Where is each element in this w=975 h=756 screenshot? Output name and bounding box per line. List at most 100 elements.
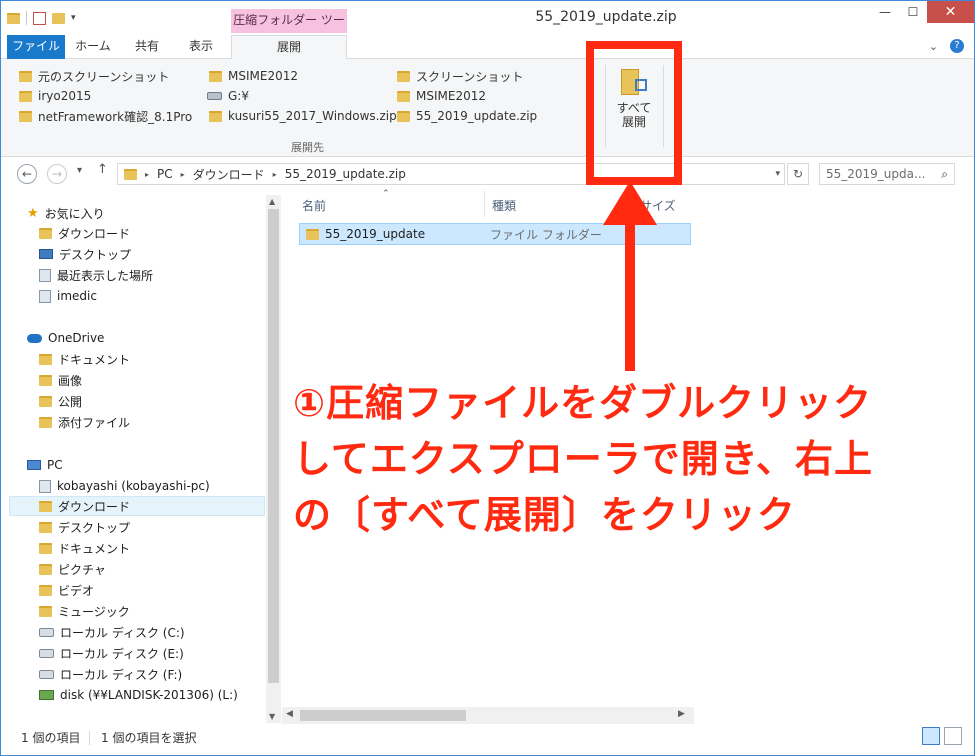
forward-button[interactable]: → xyxy=(47,164,67,184)
nav-item[interactable]: ローカル ディスク (E:) xyxy=(39,643,184,663)
star-icon: ★ xyxy=(27,205,39,221)
window-controls: — ☐ ✕ xyxy=(871,1,974,23)
nav-item[interactable]: ローカル ディスク (C:) xyxy=(39,622,185,642)
scroll-up-icon[interactable]: ▲ xyxy=(269,197,275,206)
folder-icon xyxy=(397,110,410,122)
column-type[interactable]: 種類 xyxy=(492,197,516,214)
nav-pc[interactable]: PC xyxy=(27,455,63,475)
tab-share[interactable]: 共有 xyxy=(123,35,171,59)
address-field[interactable]: ▸ PC ▸ ダウンロード ▸ 55_2019_update.zip ▾ xyxy=(117,163,785,185)
desktop-icon xyxy=(39,249,53,259)
extract-destination-list: 元のスクリーンショット MSIME2012 スクリーンショット iryo2015… xyxy=(19,67,589,127)
details-view-icon[interactable] xyxy=(922,727,940,745)
destination-item[interactable]: 55_2019_update.zip xyxy=(397,107,537,125)
nav-item[interactable]: ローカル ディスク (F:) xyxy=(39,664,182,684)
nav-favorites[interactable]: ★ お気に入り xyxy=(27,203,105,223)
nav-item[interactable]: ドキュメント xyxy=(39,538,130,558)
nav-item[interactable]: ダウンロード xyxy=(39,223,130,243)
destination-item[interactable]: kusuri55_2017_Windows.zip xyxy=(209,107,397,125)
new-folder-icon[interactable] xyxy=(52,12,65,24)
destination-item[interactable]: MSIME2012 xyxy=(209,67,298,85)
folder-icon xyxy=(209,70,222,82)
folder-icon xyxy=(19,70,32,82)
column-name[interactable]: 名前 xyxy=(302,197,326,214)
properties-icon[interactable] xyxy=(33,11,46,25)
nav-item[interactable]: kobayashi (kobayashi-pc) xyxy=(39,476,210,496)
scroll-thumb[interactable] xyxy=(300,710,466,721)
downloads-folder-icon xyxy=(39,227,52,239)
recent-places-icon xyxy=(39,268,51,282)
music-icon xyxy=(39,605,52,617)
search-icon: ⌕ xyxy=(941,167,948,181)
refresh-button[interactable]: ↻ xyxy=(787,163,809,185)
large-icons-view-icon[interactable] xyxy=(944,727,962,745)
network-drive-icon xyxy=(39,690,54,700)
tab-extract[interactable]: 展開 xyxy=(231,35,347,60)
folder-icon xyxy=(397,90,410,102)
nav-item[interactable]: ドキュメント xyxy=(39,349,130,369)
breadcrumb-zip[interactable]: 55_2019_update.zip xyxy=(285,167,406,181)
scroll-right-icon[interactable]: ▶ xyxy=(678,709,685,719)
sort-ascending-icon: ⌃ xyxy=(382,189,390,199)
scroll-left-icon[interactable]: ◀ xyxy=(286,709,293,719)
search-input[interactable]: 55_2019_upda... ⌕ xyxy=(819,163,955,185)
folder-icon xyxy=(397,70,410,82)
annotation-text: ①圧縮ファイルをダブルクリック してエクスプローラで開き、右上 の〔すべて展開〕… xyxy=(293,381,874,537)
navigation-pane: ★ お気に入り ダウンロード デスクトップ 最近表示した場所 imedic One… xyxy=(1,191,281,723)
folder-icon xyxy=(39,416,52,428)
nav-onedrive[interactable]: OneDrive xyxy=(27,328,104,348)
destination-item[interactable]: iryo2015 xyxy=(19,87,91,105)
close-button[interactable]: ✕ xyxy=(927,1,974,23)
minimize-button[interactable]: — xyxy=(871,1,899,23)
ribbon-tabs: ファイル ホーム 共有 表示 展開 ⌄ ? xyxy=(1,35,974,60)
explorer-window: ▾ 圧縮フォルダー ツール 55_2019_update.zip — ☐ ✕ フ… xyxy=(0,0,975,756)
nav-item[interactable]: デスクトップ xyxy=(39,244,131,264)
folder-icon xyxy=(39,521,52,533)
address-dropdown-icon[interactable]: ▾ xyxy=(775,169,780,179)
customize-qat-icon[interactable]: ▾ xyxy=(71,13,76,23)
destination-item[interactable]: スクリーンショット xyxy=(397,67,523,85)
tab-file[interactable]: ファイル xyxy=(7,35,65,59)
user-icon xyxy=(39,479,51,493)
title-bar: ▾ 圧縮フォルダー ツール 55_2019_update.zip — ☐ ✕ xyxy=(1,1,974,49)
maximize-button[interactable]: ☐ xyxy=(899,1,927,23)
nav-item[interactable]: disk (¥¥LANDISK-201306) (L:) xyxy=(39,685,238,705)
arrow-shaft xyxy=(625,223,635,371)
back-button[interactable]: ← xyxy=(17,164,37,184)
nav-item-selected[interactable]: ダウンロード xyxy=(9,496,265,516)
destination-item[interactable]: MSIME2012 xyxy=(397,87,486,105)
nav-item[interactable]: ビデオ xyxy=(39,580,94,600)
scroll-thumb[interactable] xyxy=(268,209,279,683)
tab-view[interactable]: 表示 xyxy=(177,35,225,59)
videos-icon xyxy=(39,584,52,596)
address-bar: ← → ▾ ↑ ▸ PC ▸ ダウンロード ▸ 55_2019_update.z… xyxy=(1,157,974,189)
destination-item[interactable]: netFramework確認_8.1Pro xyxy=(19,107,192,125)
window-title: 55_2019_update.zip xyxy=(535,9,677,25)
destination-item[interactable]: G:¥ xyxy=(207,87,249,105)
contextual-tab-group-label: 圧縮フォルダー ツール xyxy=(231,9,347,49)
breadcrumb-downloads[interactable]: ダウンロード xyxy=(193,166,265,183)
folder-icon xyxy=(19,110,32,122)
horizontal-scrollbar[interactable]: ◀ ▶ xyxy=(282,707,694,724)
nav-item[interactable]: imedic xyxy=(39,286,97,306)
nav-item[interactable]: 添付ファイル xyxy=(39,412,130,432)
pc-icon xyxy=(27,460,41,470)
expand-ribbon-icon[interactable]: ⌄ xyxy=(929,40,938,53)
nav-item[interactable]: ミュージック xyxy=(39,601,130,621)
up-button[interactable]: ↑ xyxy=(97,162,108,177)
tab-home[interactable]: ホーム xyxy=(69,35,117,59)
nav-item[interactable]: 最近表示した場所 xyxy=(39,265,153,285)
nav-item[interactable]: ピクチャ xyxy=(39,559,106,579)
nav-item[interactable]: デスクトップ xyxy=(39,517,130,537)
status-selected: 1 個の項目を選択 xyxy=(101,731,197,745)
drive-icon xyxy=(207,92,222,100)
destination-item[interactable]: 元のスクリーンショット xyxy=(19,67,169,85)
breadcrumb-pc[interactable]: PC xyxy=(157,167,173,181)
nav-item[interactable]: 画像 xyxy=(39,370,82,390)
nav-item[interactable]: 公開 xyxy=(39,391,82,411)
scroll-down-icon[interactable]: ▼ xyxy=(269,712,275,721)
help-icon[interactable]: ? xyxy=(950,39,964,53)
recent-locations-icon[interactable]: ▾ xyxy=(77,165,82,176)
folder-icon xyxy=(39,374,52,386)
nav-scrollbar[interactable]: ▲ ▼ xyxy=(266,195,281,723)
